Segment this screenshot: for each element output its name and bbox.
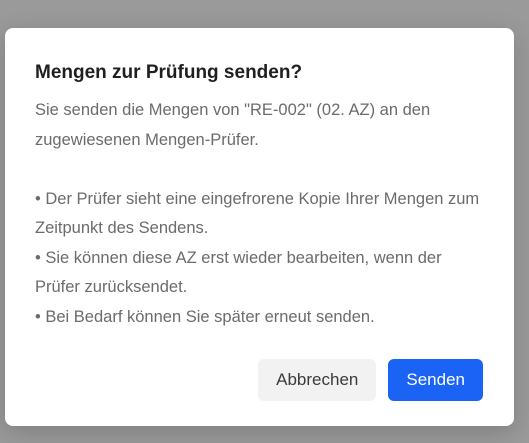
dialog-actions: Abbrechen Senden (258, 359, 483, 401)
dialog-intro-text: Sie senden die Mengen von "RE-002" (02. … (35, 101, 431, 149)
bullet-resend: • Bei Bedarf können Sie später erneut se… (35, 307, 375, 326)
dialog-title: Mengen zur Prüfung senden? (35, 62, 303, 83)
bullet-frozen-copy: • Der Prüfer sieht eine eingefrorene Kop… (35, 189, 480, 238)
dialog-body: Sie senden die Mengen von "RE-002" (02. … (35, 96, 484, 332)
confirm-send-dialog: Mengen zur Prüfung senden? Sie senden di… (5, 28, 514, 426)
send-button[interactable]: Senden (388, 359, 483, 401)
cancel-button[interactable]: Abbrechen (258, 359, 377, 401)
bullet-no-editing: • Sie können diese AZ erst wieder bearbe… (35, 248, 442, 297)
